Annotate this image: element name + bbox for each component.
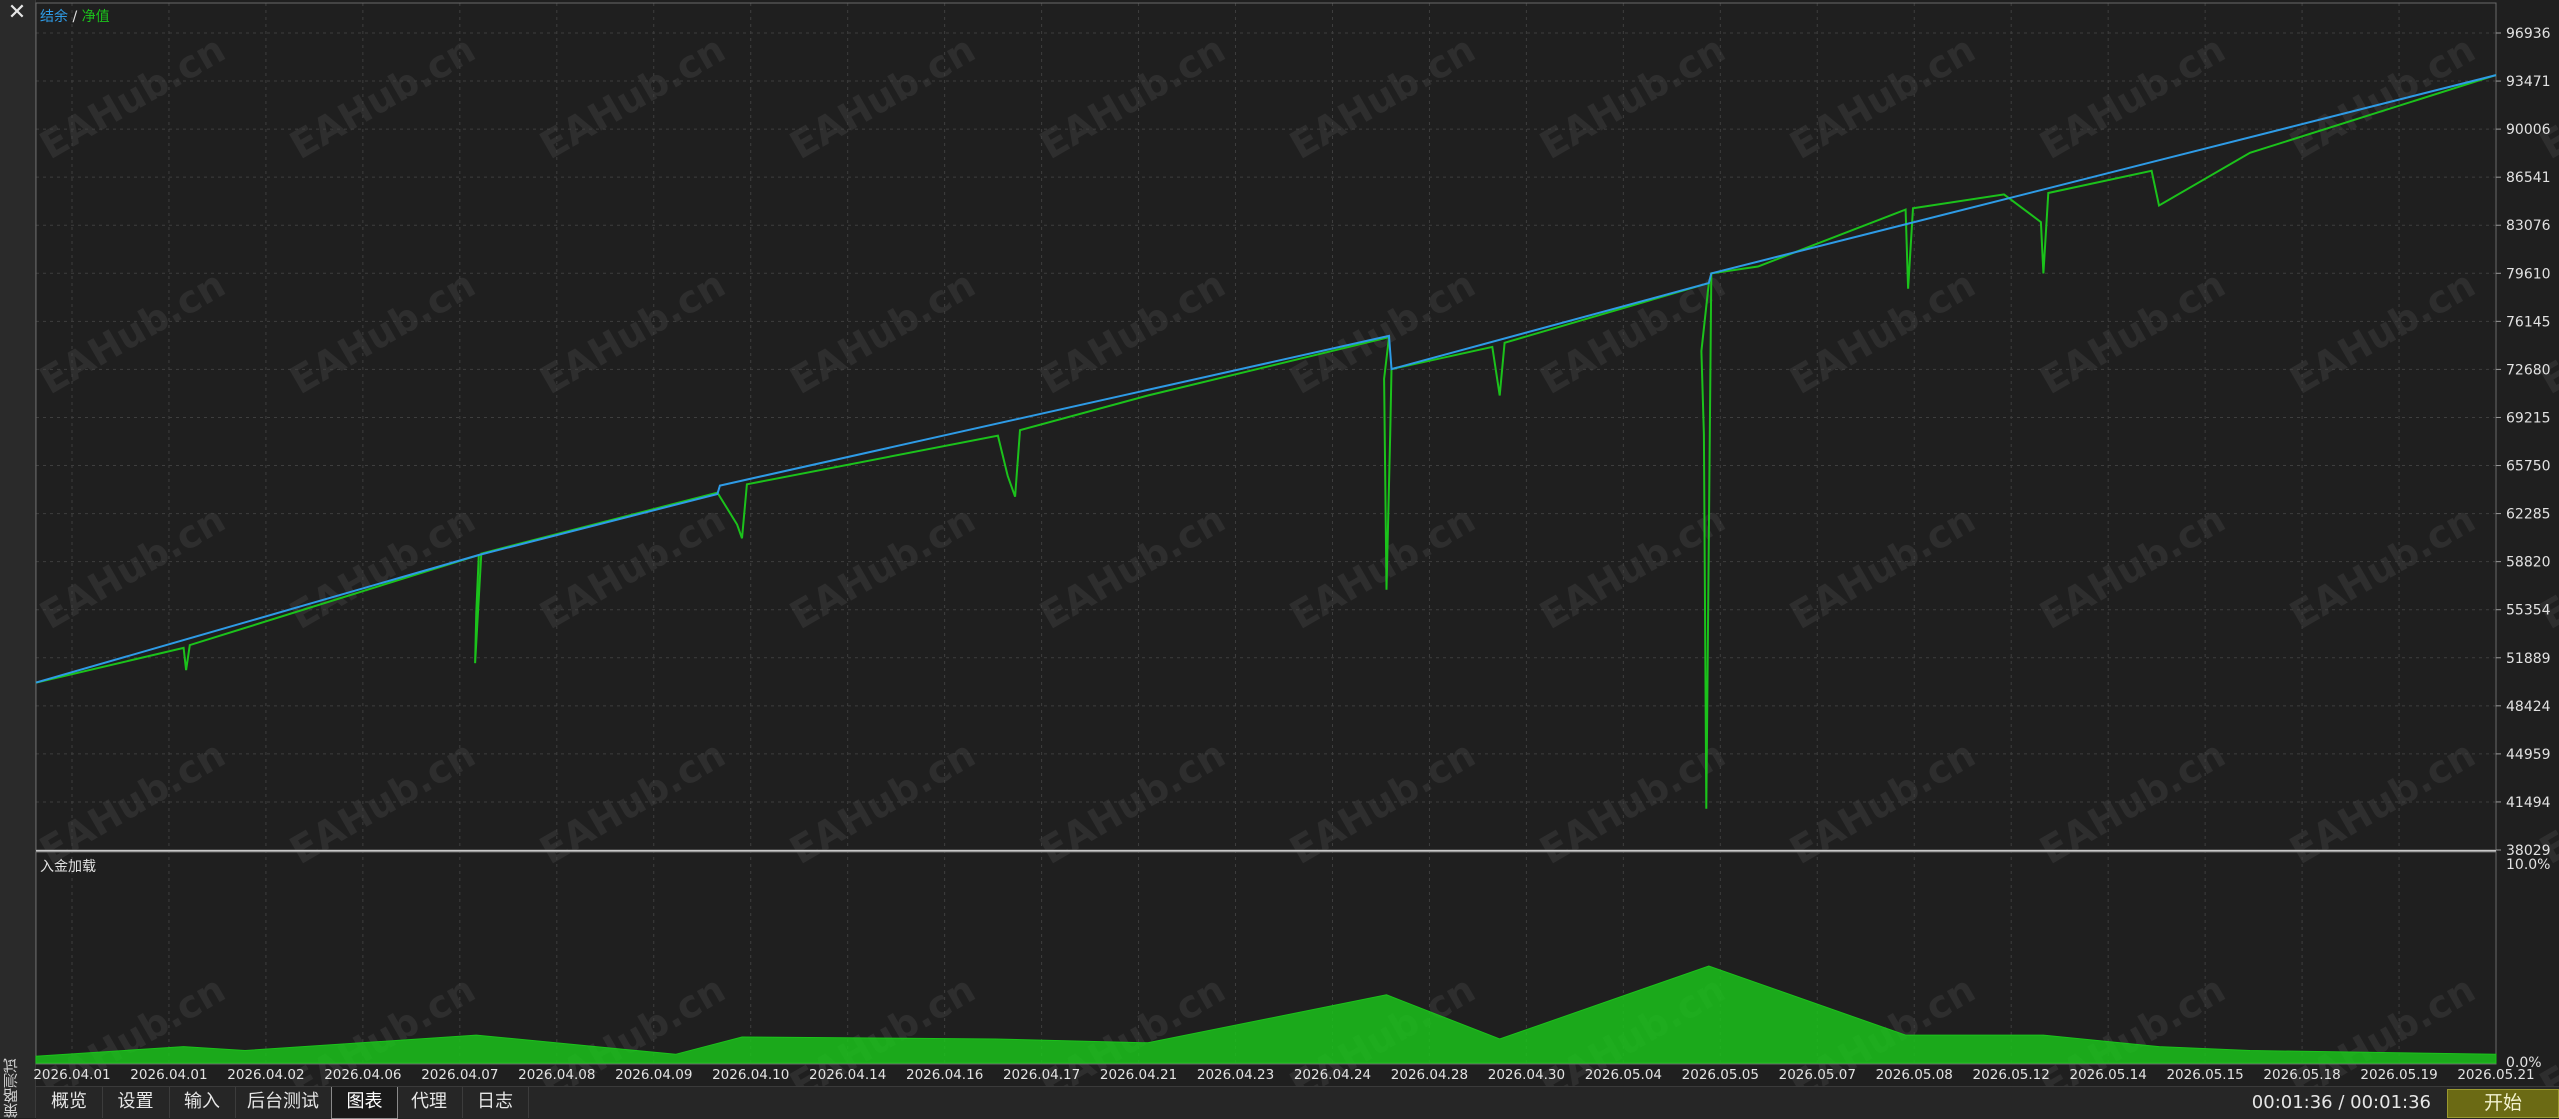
watermark-text: EAHub.cn bbox=[2283, 262, 2483, 403]
x-tick-label: 2026.04.28 bbox=[1391, 1067, 1468, 1083]
main-plot-border bbox=[36, 3, 2496, 850]
x-tick-label: 2026.04.17 bbox=[1003, 1067, 1080, 1083]
watermark-text: EAHub.cn bbox=[283, 27, 483, 168]
legend-balance: 结余 bbox=[40, 8, 68, 25]
x-tick-label: 2026.05.04 bbox=[1585, 1067, 1662, 1083]
x-tick-label: 2026.05.21 bbox=[2457, 1067, 2534, 1083]
y-tick-label: 93471 bbox=[2506, 74, 2551, 90]
y-tick-label: 58820 bbox=[2506, 555, 2551, 571]
x-tick-label: 2026.04.30 bbox=[1488, 1067, 1565, 1083]
x-tick-label: 2026.04.09 bbox=[615, 1067, 692, 1083]
watermark-text: EAHub.cn bbox=[783, 262, 983, 403]
y-tick-label: 48424 bbox=[2506, 699, 2551, 715]
x-tick-label: 2026.05.12 bbox=[1973, 1067, 2050, 1083]
watermark-text: EAHub.cn bbox=[783, 497, 983, 638]
tab-3[interactable]: 后台测试 bbox=[235, 1087, 332, 1118]
watermark-text: EAHub.cn bbox=[2033, 27, 2233, 168]
watermark-layer: EAHub.cn EAHub.cn EAHub.cn EAHub.cn EAHub.cn… bbox=[33, 27, 2559, 1086]
y-tick-label: 96936 bbox=[2506, 26, 2551, 42]
watermark-text: EAHub.cn bbox=[533, 497, 733, 638]
y-tick-label: 44959 bbox=[2506, 747, 2551, 763]
elapsed-timer: 00:01:36 / 00:01:36 bbox=[2252, 1087, 2431, 1118]
x-tick-label: 2026.05.19 bbox=[2360, 1067, 2437, 1083]
watermark-text: EAHub.cn bbox=[1283, 497, 1483, 638]
x-tick-label: 2026.04.14 bbox=[809, 1067, 886, 1083]
legend: 结余 / 净值 bbox=[40, 8, 110, 25]
y-tick-label: 51889 bbox=[2506, 651, 2551, 667]
watermark-text: EAHub.cn bbox=[1533, 27, 1733, 168]
watermark-text: EAHub.cn bbox=[33, 262, 233, 403]
y-tick-label: 79610 bbox=[2506, 266, 2551, 282]
legend-equity: 净值 bbox=[82, 9, 110, 25]
x-tick-label: 2026.04.06 bbox=[324, 1067, 401, 1083]
watermark-text: EAHub.cn bbox=[1533, 497, 1733, 638]
tab-0[interactable]: 概览 bbox=[36, 1087, 103, 1118]
x-tick-label: 2026.05.07 bbox=[1779, 1067, 1856, 1083]
tab-2[interactable]: 输入 bbox=[169, 1087, 236, 1118]
watermark-text: EAHub.cn bbox=[533, 27, 733, 168]
x-tick-label: 2026.04.02 bbox=[227, 1067, 304, 1083]
y-tick-label: 62285 bbox=[2506, 507, 2551, 523]
x-tick-label: 2026.05.08 bbox=[1876, 1067, 1953, 1083]
x-tick-label: 2026.05.05 bbox=[1682, 1067, 1759, 1083]
legend-separator: / bbox=[68, 9, 82, 25]
x-tick-label: 2026.04.21 bbox=[1100, 1067, 1177, 1083]
watermark-text: EAHub.cn bbox=[2033, 262, 2233, 403]
x-tick-label: 2026.05.14 bbox=[2070, 1067, 2147, 1083]
x-tick-label: 2026.05.18 bbox=[2263, 1067, 2340, 1083]
x-tick-label: 2026.04.23 bbox=[1197, 1067, 1274, 1083]
watermark-text: EAHub.cn bbox=[533, 262, 733, 403]
x-tick-label: 2026.04.07 bbox=[421, 1067, 498, 1083]
x-tick-label: 2026.04.01 bbox=[33, 1067, 110, 1083]
watermark-text: EAHub.cn bbox=[1783, 27, 1983, 168]
x-tick-label: 2026.04.08 bbox=[518, 1067, 595, 1083]
chart-area: EAHub.cn EAHub.cn EAHub.cn EAHub.cn EAHub.cn… bbox=[0, 0, 2559, 1086]
y-tick-label: 69215 bbox=[2506, 410, 2551, 426]
y-tick-label: 90006 bbox=[2506, 122, 2551, 138]
x-tick-label: 2026.04.16 bbox=[906, 1067, 983, 1083]
watermark-text: EAHub.cn bbox=[33, 497, 233, 638]
y-tick-label: 86541 bbox=[2506, 170, 2551, 186]
tab-5[interactable]: 代理 bbox=[396, 1087, 463, 1118]
equity-series-line bbox=[36, 75, 2496, 809]
x-tick-label: 2026.05.15 bbox=[2166, 1067, 2243, 1083]
watermark-text: EAHub.cn bbox=[1033, 497, 1233, 638]
watermark-text: EAHub.cn bbox=[2533, 27, 2559, 168]
tab-1[interactable]: 设置 bbox=[102, 1087, 170, 1118]
watermark-text: EAHub.cn bbox=[1783, 497, 1983, 638]
watermark-text: EAHub.cn bbox=[1283, 27, 1483, 168]
watermark-text: EAHub.cn bbox=[1783, 262, 1983, 403]
y-tick-label: 72680 bbox=[2506, 362, 2551, 378]
start-button[interactable]: 开始 bbox=[2447, 1089, 2559, 1118]
tab-4[interactable]: 图表 bbox=[331, 1087, 398, 1119]
tab-6[interactable]: 日志 bbox=[462, 1087, 529, 1118]
watermark-text: EAHub.cn bbox=[2033, 497, 2233, 638]
y-tick-label: 55354 bbox=[2506, 603, 2551, 619]
sub-y-tick-label: 10.0% bbox=[2506, 857, 2550, 873]
watermark-text: EAHub.cn bbox=[283, 262, 483, 403]
watermark-text: EAHub.cn bbox=[2283, 27, 2483, 168]
watermark-text: EAHub.cn bbox=[1283, 262, 1483, 403]
watermark-text: EAHub.cn bbox=[2533, 262, 2559, 403]
sub-chart-title: 入金加载 bbox=[40, 859, 96, 875]
series-layer bbox=[36, 75, 2496, 809]
watermark-text: EAHub.cn bbox=[1033, 27, 1233, 168]
watermark-text: EAHub.cn bbox=[33, 27, 233, 168]
tab-bar: 概览设置输入后台测试图表代理日志 00:01:36 / 00:01:36 开始 bbox=[36, 1086, 2559, 1119]
y-tick-label: 41494 bbox=[2506, 795, 2551, 811]
y-tick-label: 76145 bbox=[2506, 314, 2551, 330]
x-tick-label: 2026.04.01 bbox=[130, 1067, 207, 1083]
watermark-text: EAHub.cn bbox=[283, 497, 483, 638]
watermark-text: EAHub.cn bbox=[2283, 497, 2483, 638]
watermark-text: EAHub.cn bbox=[783, 27, 983, 168]
x-tick-label: 2026.04.24 bbox=[1294, 1067, 1371, 1083]
x-tick-label: 2026.04.10 bbox=[712, 1067, 789, 1083]
y-tick-label: 65750 bbox=[2506, 459, 2551, 475]
y-tick-label: 83076 bbox=[2506, 218, 2551, 234]
